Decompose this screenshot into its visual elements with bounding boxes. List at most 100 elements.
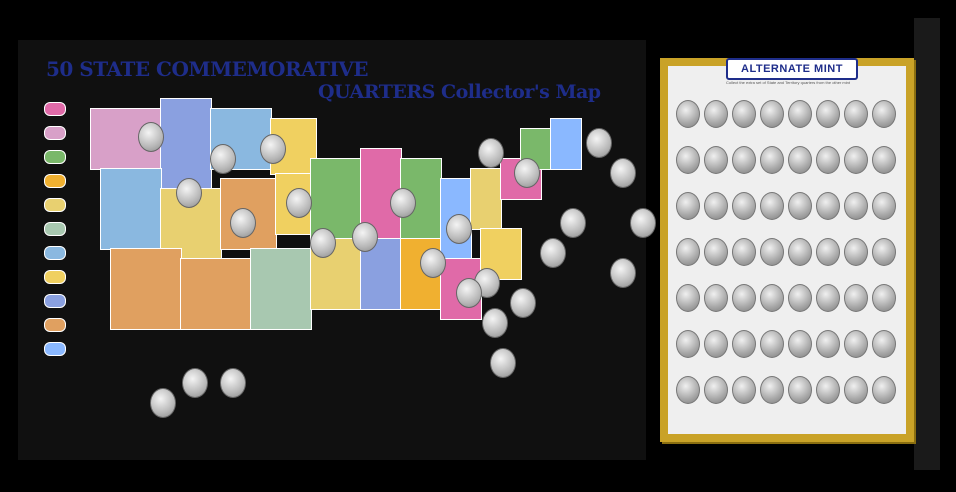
quarter-coin: [420, 248, 446, 278]
album-coin-slot: [760, 192, 784, 220]
album-coin-slot: [704, 146, 728, 174]
quarter-coin: [138, 122, 164, 152]
quarter-coin: [182, 368, 208, 398]
album-coin-slot: [704, 284, 728, 312]
album-coin-slot: [788, 284, 812, 312]
quarter-coin: [560, 208, 586, 238]
album-coin-slot: [732, 238, 756, 266]
album-coin-slot: [816, 192, 840, 220]
album-coin-slot: [844, 330, 868, 358]
legend-swatch: [44, 102, 66, 116]
album-coin-slot: [760, 100, 784, 128]
quarter-coin: [150, 388, 176, 418]
quarter-coin: [478, 138, 504, 168]
album-coin-slot: [872, 146, 896, 174]
state-region: [100, 168, 162, 250]
quarter-coin: [352, 222, 378, 252]
album-coin-slot: [844, 284, 868, 312]
state-region: [250, 248, 312, 330]
legend-swatch: [44, 318, 66, 332]
map-title-line2: QUARTERS Collector's Map: [318, 81, 601, 103]
quarter-coin: [514, 158, 540, 188]
quarter-coin: [630, 208, 656, 238]
quarter-coin: [176, 178, 202, 208]
quarter-coin: [446, 214, 472, 244]
album-coin-slot: [844, 238, 868, 266]
album-title: ALTERNATE MINT: [726, 58, 858, 80]
album-coin-slot: [788, 146, 812, 174]
color-legend: [44, 102, 70, 366]
map-title-line1: 50 STATE COMMEMORATIVE: [46, 57, 369, 81]
album-coin-slot: [872, 192, 896, 220]
album-coin-slot: [788, 238, 812, 266]
album-coin-slot: [704, 192, 728, 220]
quarter-coin: [586, 128, 612, 158]
quarter-coin: [310, 228, 336, 258]
album-coin-slot: [844, 376, 868, 404]
album-coin-slot: [704, 330, 728, 358]
album-coin-slot: [788, 192, 812, 220]
legend-swatch: [44, 174, 66, 188]
album-coin-slot: [816, 284, 840, 312]
album-coin-slot: [704, 238, 728, 266]
quarter-coin: [490, 348, 516, 378]
album-coin-slot: [816, 376, 840, 404]
album-coin-slot: [676, 284, 700, 312]
album-coin-slot: [732, 284, 756, 312]
state-region: [550, 118, 582, 170]
album-coin-slot: [704, 100, 728, 128]
alternate-mint-album: ALTERNATE MINT Collect the extra set of …: [660, 58, 914, 442]
quarter-coin: [260, 134, 286, 164]
quarter-coin: [456, 278, 482, 308]
album-coin-slot: [872, 330, 896, 358]
album-coin-slot: [872, 100, 896, 128]
quarter-coin: [390, 188, 416, 218]
album-coin-slot: [816, 146, 840, 174]
album-coin-slot: [732, 146, 756, 174]
legend-swatch: [44, 294, 66, 308]
quarter-coin: [510, 288, 536, 318]
quarter-coin: [210, 144, 236, 174]
album-coin-slot: [676, 192, 700, 220]
state-region: [160, 98, 212, 190]
state-region: [110, 248, 182, 330]
legend-swatch: [44, 342, 66, 356]
quarter-coin: [230, 208, 256, 238]
album-coin-slot: [676, 100, 700, 128]
legend-swatch: [44, 198, 66, 212]
album-coin-slot: [844, 192, 868, 220]
album-coin-slot: [676, 146, 700, 174]
album-coin-slot: [676, 330, 700, 358]
album-coin-slot: [872, 238, 896, 266]
album-coin-slot: [872, 376, 896, 404]
legend-swatch: [44, 150, 66, 164]
quarter-coin: [286, 188, 312, 218]
quarter-coin: [540, 238, 566, 268]
quarter-coin: [610, 158, 636, 188]
quarter-coin: [482, 308, 508, 338]
album-coin-slot: [704, 376, 728, 404]
legend-swatch: [44, 222, 66, 236]
album-coin-slot: [788, 100, 812, 128]
album-coin-slot: [732, 100, 756, 128]
right-edge-panel: [914, 18, 940, 470]
album-coin-slot: [732, 192, 756, 220]
album-coin-slot: [760, 146, 784, 174]
album-coin-slot: [872, 284, 896, 312]
album-board: ALTERNATE MINT Collect the extra set of …: [668, 58, 906, 434]
album-coin-slot: [816, 100, 840, 128]
album-coin-slot: [676, 238, 700, 266]
album-coin-slot: [816, 238, 840, 266]
album-coin-slot: [844, 100, 868, 128]
album-subtitle: Collect the extra set of State and Terri…: [726, 80, 850, 85]
album-coin-slot: [760, 376, 784, 404]
quarter-coin: [610, 258, 636, 288]
album-coin-slot: [732, 330, 756, 358]
album-coin-slot: [844, 146, 868, 174]
album-coin-slot: [676, 376, 700, 404]
legend-swatch: [44, 270, 66, 284]
legend-swatch: [44, 126, 66, 140]
album-coin-slot: [760, 330, 784, 358]
album-coin-slot: [760, 238, 784, 266]
album-coin-slot: [732, 376, 756, 404]
